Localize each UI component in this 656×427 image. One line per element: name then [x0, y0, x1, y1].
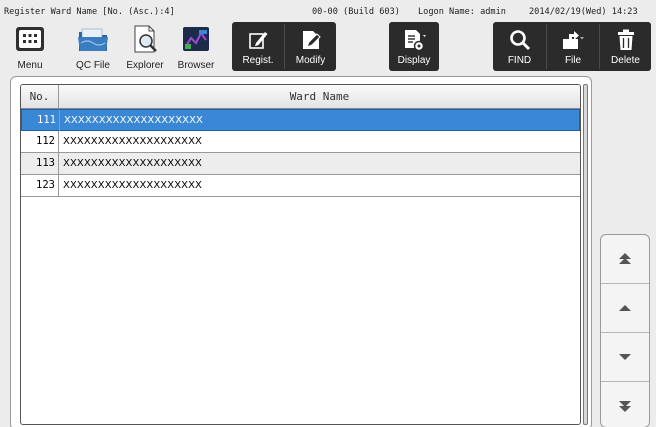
find-button[interactable]: FIND: [493, 22, 546, 71]
scroll-nav-pad: [600, 234, 650, 427]
regist-button[interactable]: Regist.: [232, 22, 284, 71]
delete-label: Delete: [611, 55, 640, 66]
display-label: Display: [397, 55, 431, 66]
qc-file-button[interactable]: QC File: [66, 22, 120, 74]
row-no-cell: 123: [21, 175, 59, 196]
scroll-top-icon: [619, 253, 631, 264]
table-row[interactable]: 112 XXXXXXXXXXXXXXXXXXXX: [21, 131, 580, 153]
column-header-ward-name[interactable]: Ward Name: [59, 85, 580, 109]
scroll-down-button[interactable]: [601, 332, 649, 380]
qc-file-label: QC File: [76, 60, 110, 71]
table-row[interactable]: 123 XXXXXXXXXXXXXXXXXXXX: [21, 175, 580, 197]
row-ward-name-cell: XXXXXXXXXXXXXXXXXXXX: [63, 180, 203, 191]
file-label: File: [564, 55, 582, 66]
modify-icon: [302, 31, 321, 49]
table-row[interactable]: 113 XXXXXXXXXXXXXXXXXXXX: [21, 153, 580, 175]
file-button[interactable]: File: [547, 22, 599, 71]
ward-table: No. Ward Name 111 XXXXXXXXXXXXXXXXXXXX 112…: [20, 84, 581, 425]
column-header-no[interactable]: No.: [21, 85, 59, 109]
table-header: No. Ward Name: [21, 85, 580, 109]
explorer-button[interactable]: Explorer: [122, 22, 168, 74]
qc-folder-icon: [78, 28, 108, 51]
datetime-label: 2014/02/19(Wed) 14:23: [529, 7, 638, 17]
pencil-icon: [249, 32, 268, 49]
trash-icon: [617, 29, 634, 50]
row-no-cell: 111: [22, 110, 60, 131]
delete-button[interactable]: Delete: [600, 22, 651, 71]
menu-icon: [16, 27, 44, 51]
browser-label: Browser: [177, 60, 215, 71]
explorer-icon: [134, 25, 157, 53]
table-scrollbar[interactable]: [583, 84, 588, 425]
logon-label: Logon Name: admin: [418, 7, 506, 17]
modify-label: Modify: [295, 55, 326, 66]
title-bar: Register Ward Name [No. (Asc.):4] 00-00 …: [0, 0, 656, 20]
row-ward-name-cell: XXXXXXXXXXXXXXXXXXXX: [64, 115, 204, 126]
modify-button[interactable]: Modify: [285, 22, 336, 71]
search-icon: [509, 30, 530, 51]
browser-icon: [183, 27, 209, 51]
menu-button[interactable]: Menu: [10, 22, 50, 74]
scroll-up-icon: [619, 304, 631, 311]
build-label: 00-00 (Build 603): [312, 7, 400, 17]
window-title: Register Ward Name [No. (Asc.):4]: [4, 7, 175, 17]
scroll-top-button[interactable]: [601, 235, 649, 283]
scroll-up-button[interactable]: [601, 283, 649, 331]
scroll-bottom-icon: [619, 400, 631, 412]
display-button[interactable]: Display: [389, 22, 439, 71]
table-row[interactable]: 111 XXXXXXXXXXXXXXXXXXXX: [21, 109, 580, 131]
row-no-cell: 112: [21, 131, 59, 152]
scroll-bottom-button[interactable]: [601, 381, 649, 427]
file-export-icon: [563, 31, 584, 49]
display-settings-icon: [405, 30, 426, 52]
find-label: FIND: [507, 55, 532, 66]
regist-label: Regist.: [242, 55, 274, 66]
row-ward-name-cell: XXXXXXXXXXXXXXXXXXXX: [63, 136, 203, 147]
row-ward-name-cell: XXXXXXXXXXXXXXXXXXXX: [63, 158, 203, 169]
browser-button[interactable]: Browser: [174, 22, 218, 74]
scroll-down-icon: [619, 353, 631, 360]
menu-label: Menu: [17, 60, 43, 71]
explorer-label: Explorer: [126, 60, 164, 71]
row-no-cell: 113: [21, 153, 59, 174]
